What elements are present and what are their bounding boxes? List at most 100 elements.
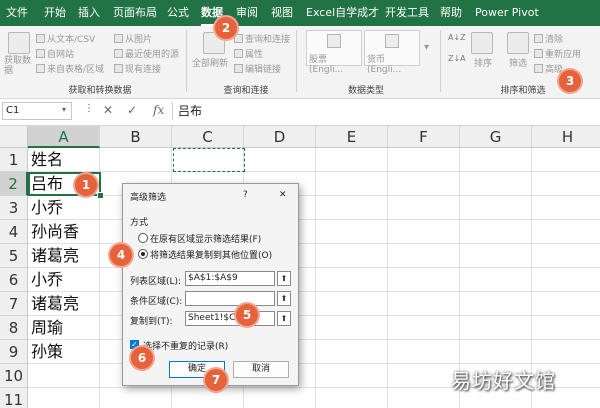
- tab-4[interactable]: 公式: [167, 0, 189, 26]
- tab-1[interactable]: 开始: [44, 0, 66, 26]
- edit-links-label: 编辑链接: [245, 65, 282, 75]
- from-table-label: 来自表格/区域: [47, 65, 105, 75]
- marching-ants-c1: [173, 148, 245, 172]
- reapply-button[interactable]: 重新应用: [534, 47, 581, 60]
- refresh-all-button[interactable]: 全部刷新: [192, 56, 228, 69]
- stocks-button[interactable]: 股票 (Engli...: [306, 30, 362, 75]
- column-header-c[interactable]: C: [172, 126, 244, 148]
- sort-descending-button[interactable]: Z↓A: [448, 54, 466, 63]
- formula-input[interactable]: 吕布: [178, 102, 202, 120]
- row-header-4[interactable]: 4: [0, 220, 28, 244]
- sort-ascending-button[interactable]: A↓Z: [448, 33, 466, 42]
- row-header-1[interactable]: 1: [0, 148, 28, 172]
- sort-icon: [471, 32, 493, 54]
- column-header-b[interactable]: B: [100, 126, 172, 148]
- cell-a8[interactable]: 周瑜: [31, 316, 63, 340]
- row-header-5[interactable]: 5: [0, 244, 28, 268]
- column-header-g[interactable]: G: [460, 126, 532, 148]
- row-header-3[interactable]: 3: [0, 196, 28, 220]
- data-types-more-icon[interactable]: ▾: [424, 42, 429, 53]
- picture-icon: [114, 34, 123, 43]
- row-header-6[interactable]: 6: [0, 268, 28, 292]
- range-picker-icon[interactable]: ⬆: [277, 291, 291, 306]
- criteria-range-input[interactable]: [185, 291, 275, 306]
- tab-3[interactable]: 页面布局: [113, 0, 157, 26]
- tab-8[interactable]: Excel自学成才: [306, 0, 379, 26]
- row-header-10[interactable]: 10: [0, 364, 28, 388]
- from-text-button[interactable]: 从文本/CSV: [36, 32, 95, 45]
- cell-a3[interactable]: 小乔: [31, 196, 63, 220]
- step-marker-1: 1: [75, 174, 97, 196]
- gridline-horizontal: [28, 171, 600, 172]
- filter-button[interactable]: 筛选: [509, 56, 527, 69]
- column-header-e[interactable]: E: [316, 126, 388, 148]
- existing-connections-button[interactable]: 现有连接: [114, 62, 161, 75]
- unique-records-label: 选择不重复的记录(R): [143, 342, 229, 352]
- row-header-9[interactable]: 9: [0, 340, 28, 364]
- tab-6[interactable]: 审阅: [236, 0, 258, 26]
- recent-sources-button[interactable]: 最近使用的源: [114, 47, 179, 60]
- tab-7[interactable]: 视图: [271, 0, 293, 26]
- list-range-input[interactable]: $A$1:$A$9: [185, 271, 275, 286]
- cell-a1[interactable]: 姓名: [31, 148, 63, 172]
- cancel-button[interactable]: 取消: [233, 361, 289, 378]
- select-all-corner[interactable]: [0, 126, 28, 148]
- tab-10[interactable]: 帮助: [440, 0, 462, 26]
- cell-a7[interactable]: 诸葛亮: [31, 292, 79, 316]
- enter-icon[interactable]: ✓: [127, 103, 137, 117]
- table-icon: [36, 64, 45, 73]
- currency-button[interactable]: 货币 (Engli...: [364, 30, 420, 75]
- from-table-button[interactable]: 来自表格/区域: [36, 62, 104, 75]
- cell-a5[interactable]: 诸葛亮: [31, 244, 79, 268]
- help-icon[interactable]: ?: [243, 190, 248, 200]
- column-header-h[interactable]: H: [532, 126, 600, 148]
- row-header-7[interactable]: 7: [0, 292, 28, 316]
- row-header-2[interactable]: 2: [0, 172, 28, 196]
- more-icon: ⋮: [84, 103, 94, 114]
- insert-function-icon[interactable]: fx: [153, 103, 164, 117]
- edit-links-button[interactable]: 编辑链接: [234, 62, 281, 75]
- cell-a6[interactable]: 小乔: [31, 268, 63, 292]
- from-text-label: 从文本/CSV: [47, 35, 96, 45]
- formula-divider: [172, 102, 173, 120]
- column-header-a[interactable]: A: [28, 126, 100, 148]
- from-web-label: 自网站: [47, 50, 75, 60]
- clear-button[interactable]: 清除: [534, 32, 563, 45]
- column-header-f[interactable]: F: [388, 126, 460, 148]
- advanced-label: 高级: [545, 65, 564, 75]
- queries-connections-button[interactable]: 查询和连接: [234, 32, 290, 45]
- properties-icon: [234, 49, 243, 58]
- radio-copy[interactable]: [138, 249, 148, 259]
- from-picture-button[interactable]: 从图片: [114, 32, 152, 45]
- cancel-icon[interactable]: ✕: [103, 103, 113, 117]
- copy-to-input[interactable]: Sheet1!$C$: [185, 311, 275, 326]
- group-label-data-types: 数据类型: [347, 86, 384, 96]
- existing-connections-label: 现有连接: [125, 65, 162, 75]
- fill-handle[interactable]: [97, 192, 104, 199]
- range-picker-icon[interactable]: ⬆: [277, 311, 291, 326]
- get-data-button[interactable]: 获取数 据: [4, 56, 31, 76]
- step-marker-3: 3: [559, 70, 581, 92]
- properties-button[interactable]: 属性: [234, 47, 263, 60]
- tab-11[interactable]: Power Pivot: [475, 0, 539, 26]
- name-box-dropdown-icon[interactable]: ▾: [62, 105, 66, 114]
- dialog-title: 高级筛选: [130, 193, 167, 203]
- range-picker-icon[interactable]: ⬆: [277, 271, 291, 286]
- sort-button[interactable]: 排序: [474, 56, 492, 69]
- cell-a9[interactable]: 孙策: [31, 340, 63, 364]
- from-web-button[interactable]: 自网站: [36, 47, 74, 60]
- tab-0[interactable]: 文件: [6, 0, 28, 26]
- row-header-11[interactable]: 11: [0, 388, 28, 408]
- database-icon: [8, 32, 30, 54]
- bank-icon: [327, 34, 341, 48]
- tab-9[interactable]: 开发工具: [385, 0, 429, 26]
- tab-2[interactable]: 插入: [78, 0, 100, 26]
- row-header-8[interactable]: 8: [0, 316, 28, 340]
- radio-inplace[interactable]: [138, 233, 148, 243]
- opt-inplace-label: 在原有区域显示筛选结果(F): [150, 235, 262, 245]
- connection-icon: [114, 64, 123, 73]
- column-header-d[interactable]: D: [244, 126, 316, 148]
- close-icon[interactable]: ✕: [279, 190, 287, 200]
- cell-a4[interactable]: 孙尚香: [31, 220, 79, 244]
- advanced-filter-button[interactable]: 高级: [534, 62, 563, 75]
